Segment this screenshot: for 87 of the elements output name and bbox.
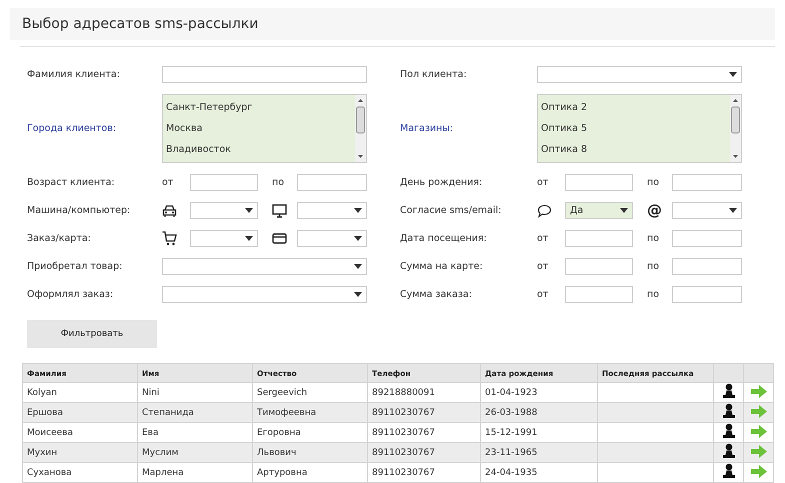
list-option[interactable]: Москва — [166, 123, 352, 134]
to-field[interactable] — [672, 286, 742, 303]
list-option[interactable]: Санкт-Петербург — [166, 102, 352, 113]
dropdown[interactable] — [537, 66, 742, 83]
field-label: Фамилия клиента: — [27, 69, 121, 80]
field-label: Приобретал товар: — [27, 261, 124, 272]
to-field[interactable] — [672, 230, 742, 247]
field-label: Пол клиента: — [400, 69, 468, 80]
list-option[interactable]: Оптика 5 — [541, 123, 727, 134]
dropdown[interactable] — [297, 202, 367, 219]
field-label: Магазины: — [400, 123, 454, 134]
scrollbar[interactable] — [730, 95, 741, 162]
table-cell: 89110230767 — [368, 462, 480, 482]
person-icon[interactable] — [722, 443, 736, 458]
from-field[interactable] — [565, 258, 633, 275]
dropdown[interactable] — [190, 230, 258, 247]
scrollbar[interactable] — [355, 95, 366, 162]
list-option[interactable]: Оптика 8 — [541, 144, 727, 155]
to-field[interactable] — [297, 174, 367, 191]
dropdown[interactable] — [162, 258, 367, 275]
monitor-icon — [272, 204, 287, 218]
dropdown-value: Да — [570, 205, 584, 216]
table-cell: 24-04-1935 — [480, 462, 598, 482]
caret-icon — [620, 208, 628, 213]
list-option[interactable]: Оптика 2 — [541, 102, 727, 113]
person-icon[interactable] — [722, 423, 736, 438]
person-icon[interactable] — [722, 383, 736, 398]
page-title: Выбор адресатов sms-рассылки — [22, 16, 258, 32]
field-label: Машина/компьютер: — [27, 205, 132, 216]
field-label: Возраст клиента: — [27, 177, 116, 188]
dropdown[interactable]: Да — [565, 202, 633, 219]
caret-icon — [245, 236, 253, 241]
card-icon — [272, 233, 287, 244]
field-label: Города клиентов: — [27, 123, 118, 134]
arrow-icon[interactable] — [750, 445, 766, 458]
arrow-icon[interactable] — [750, 465, 766, 478]
from-label: от — [537, 233, 550, 244]
field-label: Сумма на карте: — [400, 261, 484, 272]
to-label: по — [647, 233, 660, 244]
table-cell: Марлена — [138, 462, 252, 482]
table-cell: Артуровна — [252, 462, 368, 482]
from-field[interactable] — [565, 286, 633, 303]
from-label: от — [537, 177, 550, 188]
from-field[interactable] — [190, 174, 258, 191]
filter-button[interactable]: Фильтровать — [27, 320, 157, 348]
list-box[interactable]: Санкт-Петербург Москва Владивосток — [162, 94, 367, 163]
at-sign-icon: @ — [647, 203, 662, 218]
list-box[interactable]: Оптика 2 Оптика 5 Оптика 8 — [537, 94, 742, 163]
caret-icon — [729, 208, 737, 213]
text-field[interactable] — [162, 66, 367, 83]
cart-icon — [162, 231, 177, 246]
field-label: Оформлял заказ: — [27, 289, 114, 300]
dropdown[interactable] — [672, 202, 742, 219]
from-label: от — [162, 177, 174, 188]
field-label: Дата посещения: — [400, 233, 488, 244]
caret-icon — [729, 72, 737, 77]
arrow-icon[interactable] — [750, 405, 766, 418]
to-label: по — [272, 177, 286, 188]
to-field[interactable] — [672, 174, 742, 191]
field-label: Сумма заказа: — [400, 289, 473, 300]
from-field[interactable] — [565, 174, 633, 191]
dropdown[interactable] — [190, 202, 258, 219]
caret-icon — [354, 236, 362, 241]
arrow-icon[interactable] — [750, 425, 766, 438]
to-label: по — [647, 261, 660, 272]
to-label: по — [647, 289, 660, 300]
dropdown[interactable] — [162, 286, 367, 303]
from-label: от — [537, 261, 550, 272]
dropdown[interactable] — [297, 230, 367, 247]
field-label: Заказ/карта: — [27, 233, 92, 244]
person-icon[interactable] — [722, 403, 736, 418]
to-label: по — [647, 177, 660, 188]
speech-bubble-icon — [537, 204, 552, 218]
from-label: от — [537, 289, 550, 300]
field-label: Согласие sms/email: — [400, 205, 502, 216]
person-icon[interactable] — [722, 463, 736, 478]
field-label: День рождения: — [400, 177, 484, 188]
arrow-icon[interactable] — [750, 385, 766, 398]
caret-icon — [354, 264, 362, 269]
caret-icon — [354, 208, 362, 213]
caret-icon — [354, 292, 362, 297]
table-cell: Суханова — [22, 462, 138, 482]
car-icon — [162, 204, 177, 218]
to-field[interactable] — [672, 258, 742, 275]
caret-icon — [245, 208, 253, 213]
from-field[interactable] — [565, 230, 633, 247]
list-option[interactable]: Владивосток — [166, 144, 352, 155]
